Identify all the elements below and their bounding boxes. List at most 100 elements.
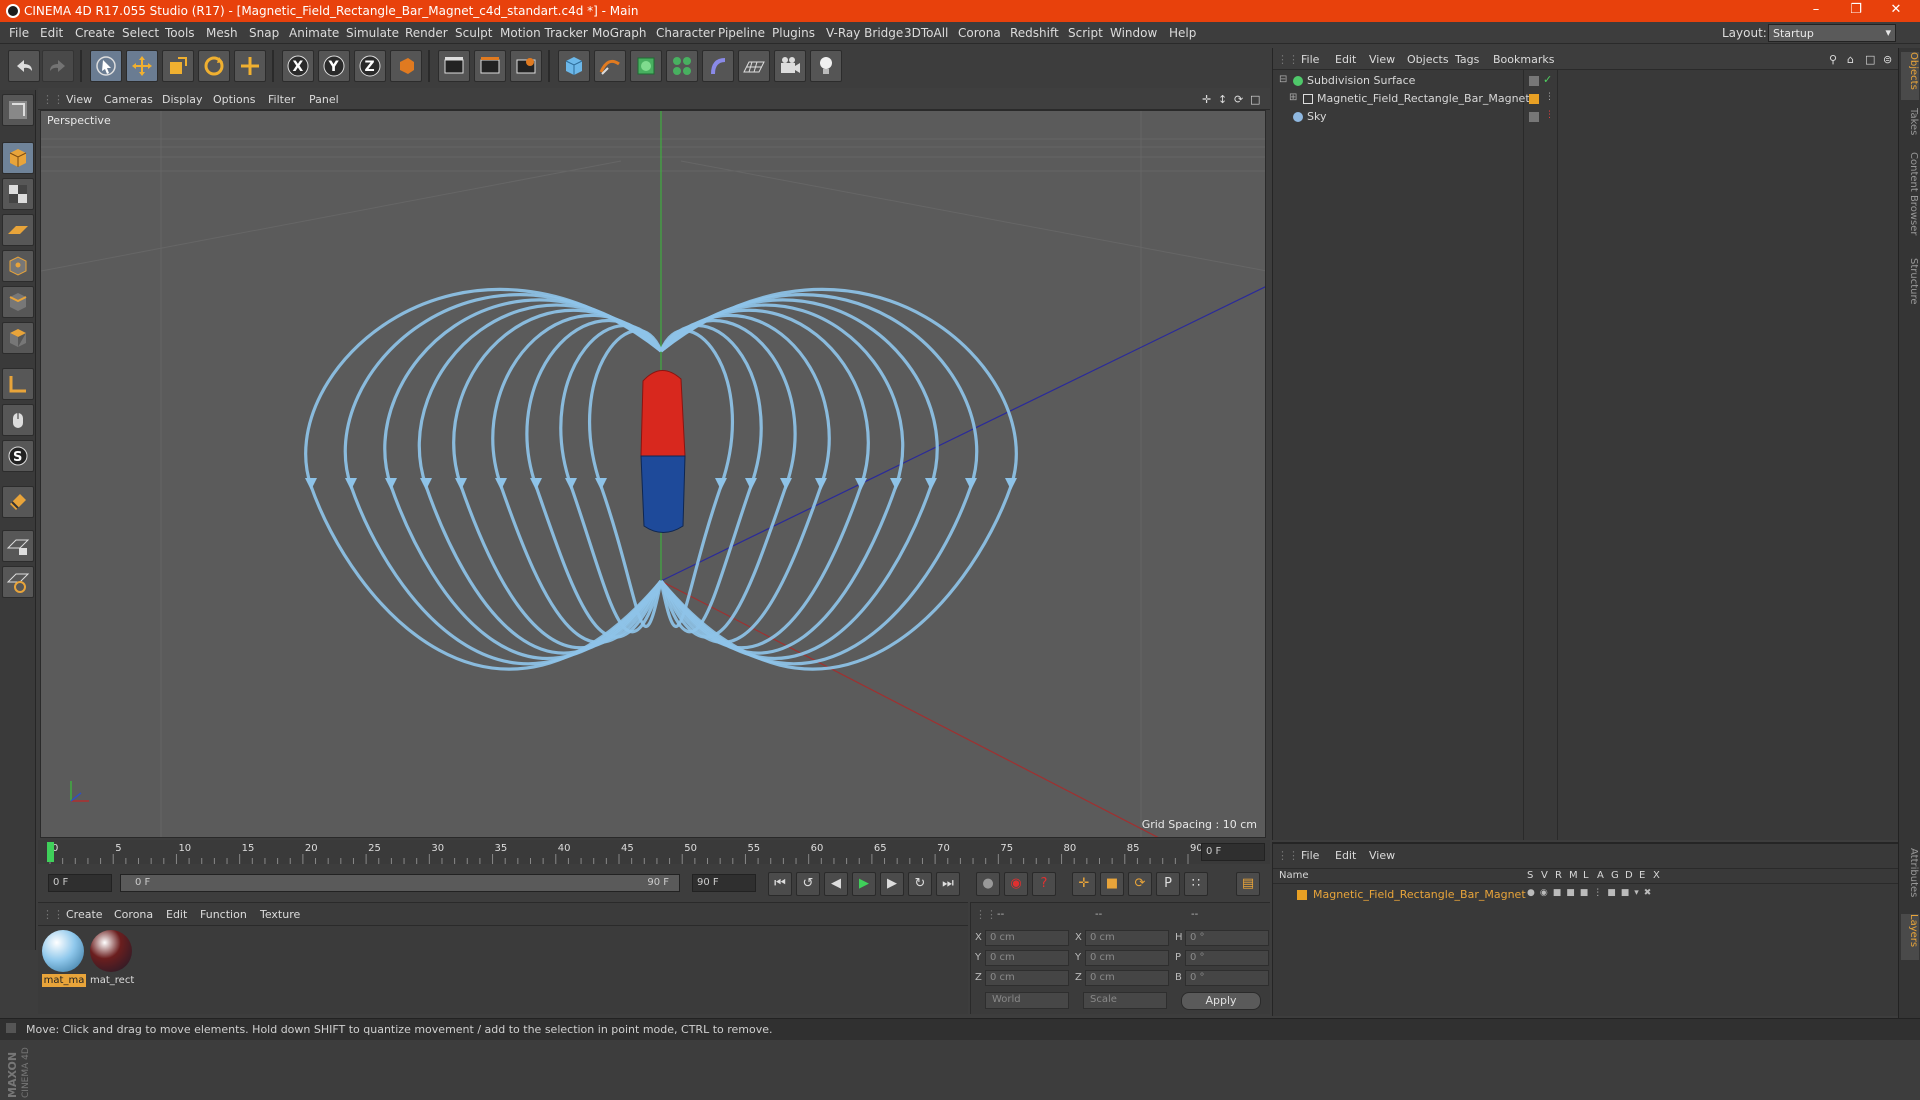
pos-x-field[interactable]: 0 cm: [985, 930, 1069, 946]
om-menu-file[interactable]: File: [1301, 53, 1319, 66]
om-menu-bookmarks[interactable]: Bookmarks: [1493, 53, 1554, 66]
size-y-field[interactable]: 0 cm: [1085, 950, 1169, 966]
recent-tools-button[interactable]: [234, 50, 266, 82]
z-axis-lock-icon[interactable]: Z: [354, 50, 386, 82]
size-x-field[interactable]: 0 cm: [1085, 930, 1169, 946]
workplane-mode-button[interactable]: [2, 214, 34, 246]
layout-dropdown[interactable]: Startup ▾: [1768, 24, 1896, 42]
tab-takes[interactable]: Takes: [1901, 108, 1919, 148]
object-row-sky[interactable]: Sky ⋮: [1273, 108, 1899, 126]
viewport-rotate-icon[interactable]: ⟳: [1234, 93, 1243, 106]
go-to-start-button[interactable]: ⏮: [768, 872, 792, 896]
viewport-menu-options[interactable]: Options: [213, 93, 255, 106]
menu-render[interactable]: Render: [405, 26, 448, 40]
y-axis-lock-icon[interactable]: Y: [318, 50, 350, 82]
menu-redshift[interactable]: Redshift: [1010, 26, 1059, 40]
mat-menu-create[interactable]: Create: [66, 908, 103, 921]
menu-mesh[interactable]: Mesh: [206, 26, 238, 40]
points-mode-button[interactable]: [2, 250, 34, 282]
expand-icon[interactable]: ⊞: [1289, 92, 1297, 103]
previous-frame-button[interactable]: ◀: [824, 872, 848, 896]
layer-row[interactable]: Magnetic_Field_Rectangle_Bar_Magnet ●◉■■…: [1273, 886, 1899, 904]
record-active-objects-button[interactable]: ◉: [1004, 872, 1028, 896]
size-mode-dropdown[interactable]: Scale: [1083, 992, 1167, 1009]
3d-viewport[interactable]: Perspective Grid Spacing : 10 cm: [40, 110, 1266, 838]
tab-content-browser[interactable]: Content Browser: [1901, 152, 1919, 252]
camera-button[interactable]: [774, 50, 806, 82]
menu-mograph[interactable]: MoGraph: [592, 26, 647, 40]
polygons-mode-button[interactable]: [2, 322, 34, 354]
motion-record-icon[interactable]: ●: [976, 872, 1000, 896]
home-icon[interactable]: ⌂: [1847, 53, 1854, 66]
menu-window[interactable]: Window: [1110, 26, 1157, 40]
edges-mode-button[interactable]: [2, 286, 34, 318]
om-menu-view[interactable]: View: [1369, 53, 1395, 66]
viewport-menu-view[interactable]: View: [66, 93, 92, 106]
om-menu-objects[interactable]: Objects: [1407, 53, 1449, 66]
tab-structure[interactable]: Structure: [1901, 258, 1919, 318]
tab-layers[interactable]: Layers: [1901, 914, 1919, 960]
menu-vray-bridge[interactable]: V-Ray Bridge: [826, 26, 903, 40]
key-scale-icon[interactable]: ■: [1100, 872, 1124, 896]
pos-z-field[interactable]: 0 cm: [985, 970, 1069, 986]
workplane-lock-button[interactable]: [2, 530, 34, 562]
pos-y-field[interactable]: 0 cm: [985, 950, 1069, 966]
layer-color-icon[interactable]: [1529, 94, 1539, 104]
playhead[interactable]: [47, 842, 54, 862]
material-slot-mat-ma[interactable]: mat_ma: [42, 930, 86, 987]
rot-b-field[interactable]: 0 °: [1185, 970, 1269, 986]
viewport-menu-cameras[interactable]: Cameras: [104, 93, 153, 106]
menu-corona[interactable]: Corona: [958, 26, 1001, 40]
scale-tool[interactable]: [162, 50, 194, 82]
cube-primitive-button[interactable]: [558, 50, 590, 82]
redo-button[interactable]: [42, 50, 74, 82]
key-position-icon[interactable]: ✛: [1072, 872, 1096, 896]
material-slot-mat-rect[interactable]: mat_rect: [90, 930, 134, 986]
layer-color-swatch[interactable]: [1297, 890, 1307, 900]
texture-mode-button[interactable]: [2, 178, 34, 210]
collapse-icon[interactable]: ⊟: [1279, 74, 1287, 85]
viewport-menu-filter[interactable]: Filter: [268, 93, 295, 106]
viewport-menu-display[interactable]: Display: [162, 93, 203, 106]
tab-objects[interactable]: Objects: [1901, 52, 1919, 100]
menu-character[interactable]: Character: [656, 26, 715, 40]
viewport-move-icon[interactable]: ✛: [1202, 93, 1211, 106]
menu-file[interactable]: File: [9, 26, 29, 40]
x-axis-lock-icon[interactable]: X: [282, 50, 314, 82]
autokeying-button[interactable]: ?: [1032, 872, 1056, 896]
lm-menu-view[interactable]: View: [1369, 849, 1395, 862]
viewport-zoom-icon[interactable]: ↕: [1218, 93, 1227, 106]
lm-menu-file[interactable]: File: [1301, 849, 1319, 862]
close-button[interactable]: ✕: [1876, 2, 1916, 20]
mat-menu-edit[interactable]: Edit: [166, 908, 187, 921]
search-icon[interactable]: ⚲: [1829, 53, 1837, 66]
coordinate-system-button[interactable]: [390, 50, 422, 82]
deformer-button[interactable]: [702, 50, 734, 82]
object-row-subdivision-surface[interactable]: ⊟ Subdivision Surface ✓: [1273, 72, 1899, 90]
om-menu-tags[interactable]: Tags: [1455, 53, 1479, 66]
rotate-tool[interactable]: [198, 50, 230, 82]
viewport-maximize-icon[interactable]: □: [1250, 93, 1260, 106]
light-button[interactable]: [810, 50, 842, 82]
timeline-ruler[interactable]: 0 5 10 15 20 25 30 35 40 45 50 55 60 65 70 75 80 85 90 0 F: [38, 840, 1270, 864]
model-mode-button[interactable]: [2, 142, 34, 174]
end-frame-field[interactable]: 90 F: [692, 874, 756, 892]
key-parameter-icon[interactable]: P: [1156, 872, 1180, 896]
menu-3dtoall[interactable]: 3DToAll: [904, 26, 948, 40]
lm-menu-edit[interactable]: Edit: [1335, 849, 1356, 862]
go-to-end-button[interactable]: ⏭: [936, 872, 960, 896]
menu-plugins[interactable]: Plugins: [772, 26, 815, 40]
solo-button[interactable]: S: [2, 440, 34, 472]
tab-attributes[interactable]: Attributes: [1901, 848, 1919, 908]
next-frame-button[interactable]: ▶: [880, 872, 904, 896]
size-z-field[interactable]: 0 cm: [1085, 970, 1169, 986]
menu-animate[interactable]: Animate: [289, 26, 339, 40]
cloner-button[interactable]: [666, 50, 698, 82]
menu-select[interactable]: Select: [122, 26, 159, 40]
rot-h-field[interactable]: 0 °: [1185, 930, 1269, 946]
viewport-menu-panel[interactable]: Panel: [309, 93, 339, 106]
next-key-button[interactable]: ↻: [908, 872, 932, 896]
mat-menu-texture[interactable]: Texture: [260, 908, 300, 921]
enabled-check-icon[interactable]: ✓: [1543, 73, 1552, 86]
enable-snap-button[interactable]: [2, 486, 34, 518]
